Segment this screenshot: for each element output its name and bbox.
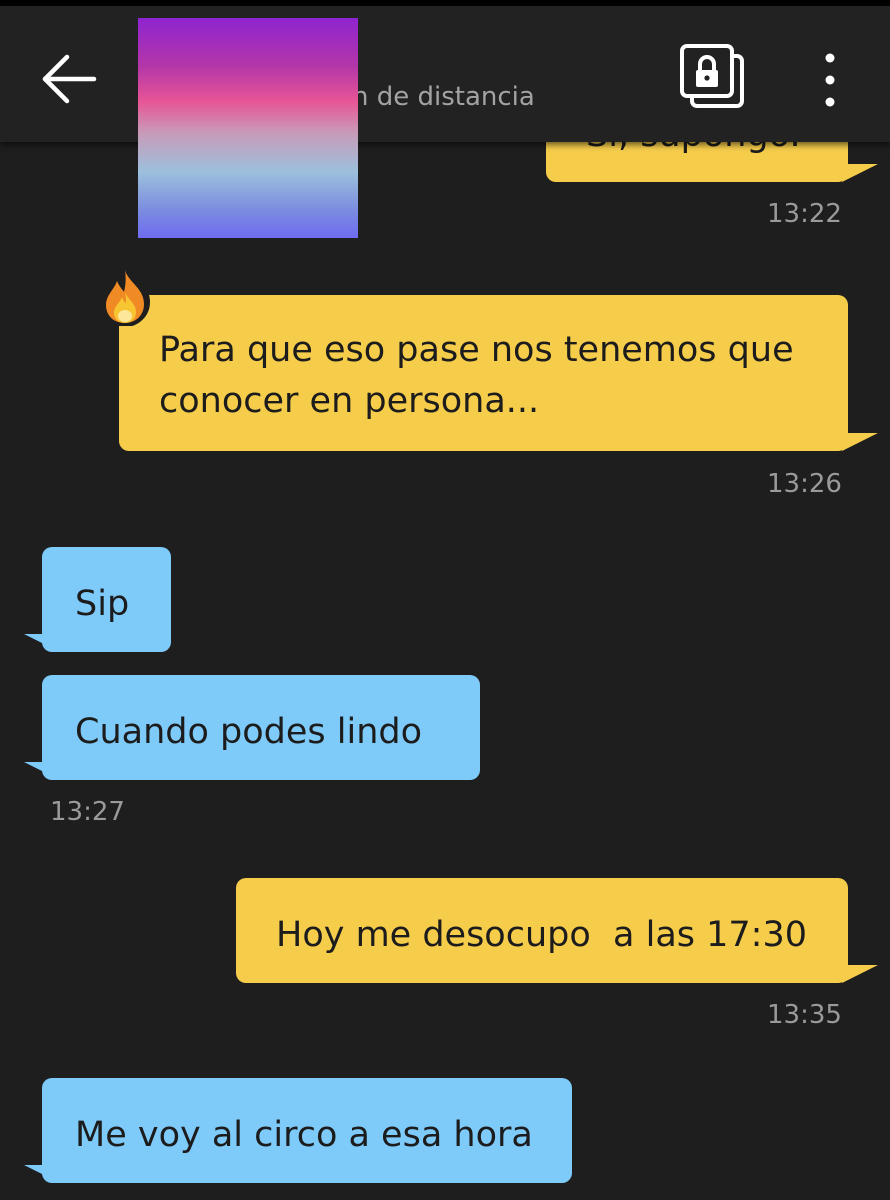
distance-subtitle: n de distancia [352,82,535,112]
chat-thread[interactable]: Sí, supongo. 13:22 Para que eso pase nos… [0,0,890,1200]
message-bubble-outgoing[interactable]: Hoy me desocupo a las 17:30 [236,878,848,983]
bubble-tail [842,164,878,182]
bubble-tail [24,762,60,780]
message-timestamp: 13:27 [50,797,125,827]
message-text: Hoy me desocupo a las 17:30 [276,915,807,955]
bubble-tail [24,634,60,652]
arrow-left-icon[interactable] [30,44,110,114]
locked-album-icon[interactable] [676,42,748,114]
message-text: Sip [75,584,130,624]
message-text: Cuando podes lindo [75,712,423,752]
message-bubble-incoming[interactable]: Cuando podes lindo [42,675,480,780]
message-bubble-incoming[interactable]: Sip [42,547,171,652]
message-bubble-outgoing[interactable]: Para que eso pase nos tenemos que conoce… [119,295,848,451]
message-bubble-incoming[interactable]: Me voy al circo a esa hora [42,1078,572,1183]
bubble-tail [842,433,878,451]
message-text: Para que eso pase nos tenemos que conoce… [159,330,794,421]
fire-icon[interactable] [98,268,152,326]
message-timestamp: 13:22 [767,199,842,229]
message-timestamp: 13:35 [767,1000,842,1030]
more-vertical-icon[interactable] [810,50,850,110]
bubble-tail [24,1165,60,1183]
avatar[interactable] [138,18,358,238]
bubble-tail [842,965,878,983]
chat-header: n de distancia [0,6,890,142]
message-text: Me voy al circo a esa hora [75,1115,533,1155]
message-timestamp: 13:26 [767,469,842,499]
